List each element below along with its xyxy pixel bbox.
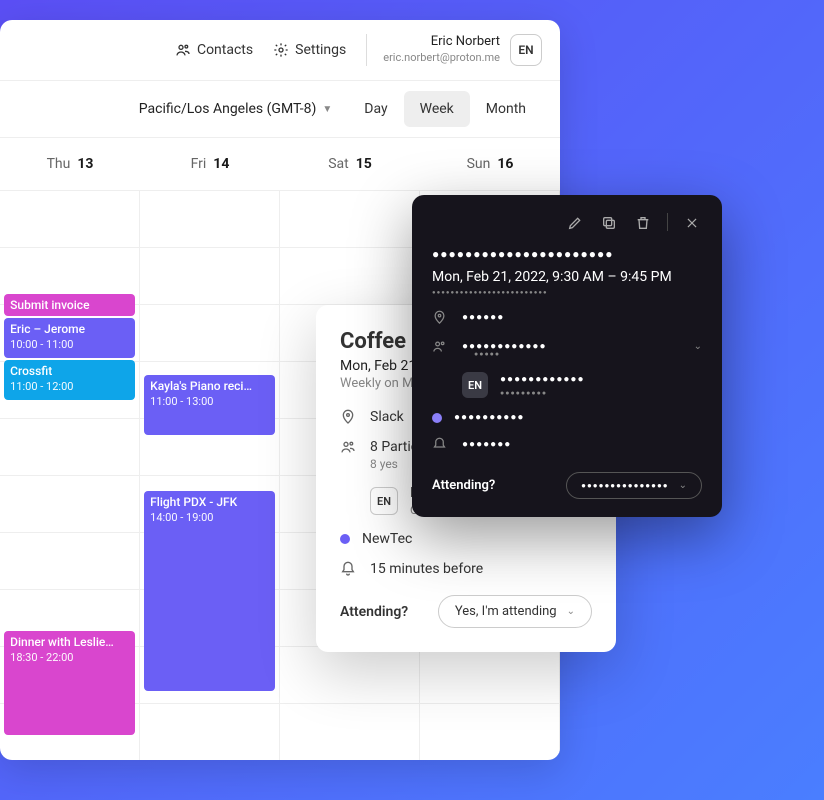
event-crossfit[interactable]: Crossfit 11:00 - 12:00	[4, 360, 135, 400]
calendar-name: NewTec	[362, 531, 412, 547]
user-block[interactable]: Eric Norbert eric.norbert@proton.me EN	[366, 34, 542, 66]
chevron-down-icon: ⌄	[567, 606, 575, 617]
attending-dropdown[interactable]: ●●●●●●●●●●●●●●● ⌄	[566, 472, 702, 499]
organizer-avatar: EN	[462, 372, 488, 398]
attending-dropdown[interactable]: Yes, I'm attending ⌄	[438, 595, 592, 628]
day-header: Sat 15	[280, 156, 420, 172]
reminder-hidden: ●●●●●●●	[462, 439, 511, 450]
event-date: Mon, Feb 21, 2022, 9:30 AM – 9:45 PM	[432, 269, 702, 285]
event-recurrence-hidden: ●●●●●●●●●●●●●●●●●●●●●●●●●	[432, 289, 702, 296]
timezone-selector[interactable]: Pacific/Los Angeles (GMT-8) ▼	[139, 101, 333, 117]
day-column-thu[interactable]: Submit invoice Eric – Jerome 10:00 - 11:…	[0, 191, 140, 760]
chevron-down-icon: ⌄	[679, 480, 687, 491]
event-title: Eric – Jerome	[10, 322, 129, 338]
contacts-link[interactable]: Contacts	[175, 42, 253, 58]
attending-row: Attending? ●●●●●●●●●●●●●●● ⌄	[432, 472, 702, 499]
event-dinner[interactable]: Dinner with Leslie… 18:30 - 22:00	[4, 631, 135, 735]
chevron-down-icon: ⌄	[694, 341, 702, 352]
edit-button[interactable]	[565, 213, 585, 233]
settings-label: Settings	[295, 42, 346, 58]
day-header: Thu 13	[0, 156, 140, 172]
event-title: Kayla's Piano reci…	[150, 379, 269, 395]
delete-button[interactable]	[633, 213, 653, 233]
popup-actions	[432, 213, 702, 233]
event-time: 11:00 - 12:00	[10, 380, 129, 394]
controlbar: Pacific/Los Angeles (GMT-8) ▼ Day Week M…	[0, 80, 560, 137]
timezone-label: Pacific/Los Angeles (GMT-8)	[139, 101, 317, 117]
event-time: 14:00 - 19:00	[150, 511, 269, 525]
separator	[667, 213, 668, 231]
location-icon	[432, 310, 450, 325]
user-email: eric.norbert@proton.me	[383, 51, 500, 65]
reminder-row: ●●●●●●●	[432, 437, 702, 452]
reminder-value: 15 minutes before	[370, 561, 483, 577]
event-title: Crossfit	[10, 364, 129, 380]
view-tab-month[interactable]: Month	[470, 91, 542, 127]
day-header: Sun 16	[420, 156, 560, 172]
bell-icon	[432, 437, 450, 452]
view-tab-week[interactable]: Week	[404, 91, 470, 127]
topbar: Contacts Settings Eric Norbert eric.norb…	[0, 20, 560, 80]
event-time: 18:30 - 22:00	[10, 651, 129, 665]
participants-icon	[340, 439, 358, 455]
event-piano[interactable]: Kayla's Piano reci… 11:00 - 13:00	[144, 375, 275, 435]
day-column-fri[interactable]: Kayla's Piano reci… 11:00 - 13:00 Flight…	[140, 191, 280, 760]
duplicate-button[interactable]	[599, 213, 619, 233]
contacts-icon	[175, 42, 191, 58]
user-name: Eric Norbert	[383, 34, 500, 51]
calendar-color-dot	[432, 413, 442, 423]
event-submit-invoice[interactable]: Submit invoice	[4, 294, 135, 316]
event-title-hidden: ●●●●●●●●●●●●●●●●●●●●●●	[432, 247, 702, 261]
event-title: Flight PDX - JFK	[150, 495, 269, 511]
close-button[interactable]	[682, 213, 702, 233]
reminder-row: 15 minutes before	[340, 561, 592, 577]
participants-icon	[432, 339, 450, 354]
location-icon	[340, 409, 358, 425]
avatar: EN	[510, 34, 542, 66]
attending-value: Yes, I'm attending	[455, 604, 557, 619]
attending-label: Attending?	[340, 604, 408, 620]
event-title: Submit invoice	[10, 298, 129, 314]
day-header: Fri 14	[140, 156, 280, 172]
event-time: 11:00 - 13:00	[150, 395, 269, 409]
location-value: Slack	[370, 409, 404, 425]
location-hidden: ●●●●●●	[462, 312, 504, 323]
attending-label: Attending?	[432, 478, 495, 493]
settings-link[interactable]: Settings	[273, 42, 346, 58]
event-time: 10:00 - 11:00	[10, 338, 129, 352]
calendar-row: NewTec	[340, 531, 592, 547]
event-eric-jerome[interactable]: Eric – Jerome 10:00 - 11:00	[4, 318, 135, 358]
day-headers: Thu 13 Fri 14 Sat 15 Sun 16	[0, 137, 560, 191]
participants-row[interactable]: ●●●●●●●●●●●● ⌄	[432, 339, 702, 354]
view-tab-day[interactable]: Day	[348, 91, 403, 127]
event-title: Dinner with Leslie…	[10, 635, 129, 651]
organizer-name-hidden: ●●●●●●●●●●●●	[500, 374, 584, 385]
attending-value-hidden: ●●●●●●●●●●●●●●●	[581, 481, 668, 490]
organizer-row: EN ●●●●●●●●●●●● ●●●●●●●●●	[432, 372, 702, 398]
calendar-name-hidden: ●●●●●●●●●●	[454, 412, 524, 423]
contacts-label: Contacts	[197, 42, 253, 58]
location-row: ●●●●●●	[432, 310, 702, 325]
organizer-avatar: EN	[370, 487, 398, 515]
calendar-row: ●●●●●●●●●●	[432, 412, 702, 423]
event-flight[interactable]: Flight PDX - JFK 14:00 - 19:00	[144, 491, 275, 691]
bell-icon	[340, 561, 358, 577]
gear-icon	[273, 42, 289, 58]
participants-hidden: ●●●●●●●●●●●●	[462, 341, 546, 352]
chevron-down-icon: ▼	[322, 104, 332, 115]
calendar-color-dot	[340, 534, 350, 544]
organizer-role-hidden: ●●●●●●●●●	[500, 389, 584, 397]
view-tabs: Day Week Month	[348, 91, 542, 127]
attending-row: Attending? Yes, I'm attending ⌄	[340, 595, 592, 628]
event-details-popup-dark: ●●●●●●●●●●●●●●●●●●●●●● Mon, Feb 21, 2022…	[412, 195, 722, 517]
